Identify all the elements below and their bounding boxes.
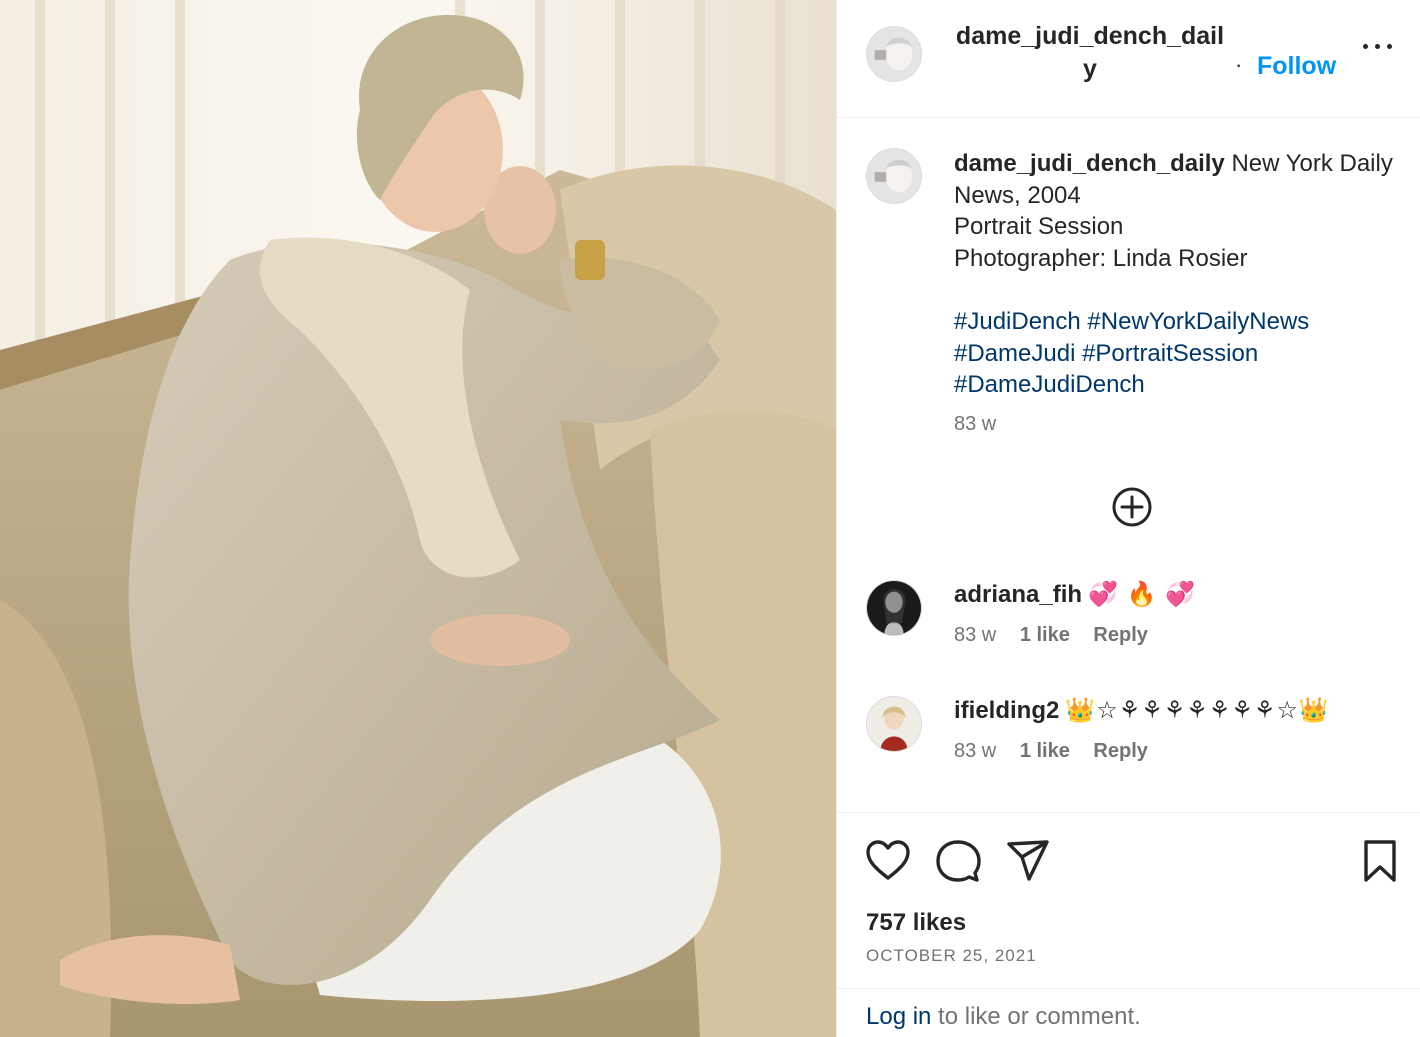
comment-username-link[interactable]: adriana_fih xyxy=(954,581,1082,608)
post-panel: dame_judi_dench_daily · Follow dame_judi… xyxy=(836,0,1420,1037)
avatar-image xyxy=(867,27,921,81)
comment-likes[interactable]: 1 like xyxy=(1020,624,1070,646)
commenter-avatar-icon[interactable] xyxy=(866,696,922,752)
login-prompt: Log in to like or comment. xyxy=(837,988,1420,1037)
paper-plane-icon[interactable] xyxy=(1005,839,1051,883)
heart-icon[interactable] xyxy=(865,839,911,883)
hashtag-link[interactable]: #DameJudiDench xyxy=(954,371,1145,398)
commenter-avatar-image xyxy=(867,697,921,751)
caption-avatar-icon[interactable] xyxy=(866,148,922,204)
reply-button[interactable]: Reply xyxy=(1093,740,1147,762)
caption-username[interactable]: dame_judi_dench_daily xyxy=(954,150,1225,177)
header-username[interactable]: dame_judi_dench_daily xyxy=(954,20,1226,86)
caption-timestamp[interactable]: 83 w xyxy=(954,413,996,436)
hashtag-link[interactable]: #DameJudi xyxy=(954,340,1075,367)
comment-username-link[interactable]: ifielding2 xyxy=(954,697,1059,724)
comment-meta: 83 w 1 like Reply xyxy=(954,624,1166,647)
comment-text: 💞 🔥 💞 xyxy=(1088,581,1197,608)
post-photo-illustration xyxy=(0,0,836,1037)
separator-dot: · xyxy=(1235,52,1243,77)
login-prompt-rest: to like or comment. xyxy=(931,1003,1141,1030)
caption-text: dame_judi_dench_daily New York Daily New… xyxy=(954,148,1394,274)
caption-line-3: Photographer: Linda Rosier xyxy=(954,244,1248,272)
hashtag-link[interactable]: #JudiDench xyxy=(954,308,1081,335)
login-prompt-text: Log in to like or comment. xyxy=(866,1003,1141,1031)
post-header: dame_judi_dench_daily · Follow xyxy=(837,0,1420,118)
post-actions: 757 likes OCTOBER 25, 2021 xyxy=(837,812,1420,988)
comment-timestamp[interactable]: 83 w xyxy=(954,740,996,762)
comment-meta: 83 w 1 like Reply xyxy=(954,740,1166,763)
comment-text: 👑☆⚘⚘⚘⚘⚘⚘⚘☆👑 xyxy=(1065,697,1330,724)
comment-username: ifielding2 👑☆⚘⚘⚘⚘⚘⚘⚘☆👑 xyxy=(954,696,1330,725)
comment-username: adriana_fih 💞 🔥 💞 xyxy=(954,580,1196,609)
post-image[interactable] xyxy=(0,0,836,1037)
hashtag-list: #JudiDench #NewYorkDailyNews #DameJudi #… xyxy=(954,306,1394,401)
commenter-avatar-icon[interactable] xyxy=(866,580,922,636)
caption-avatar-image xyxy=(867,149,921,203)
comment-bubble-icon[interactable] xyxy=(935,839,981,883)
like-count[interactable]: 757 likes xyxy=(866,909,966,937)
post-date: OCTOBER 25, 2021 xyxy=(866,946,1037,965)
bookmark-icon[interactable] xyxy=(1357,839,1403,883)
caption-line-2: Portrait Session xyxy=(954,213,1124,241)
more-options-icon[interactable] xyxy=(1361,36,1395,56)
comment-likes[interactable]: 1 like xyxy=(1020,740,1070,762)
hashtag-link[interactable]: #NewYorkDailyNews xyxy=(1087,308,1309,335)
comment-timestamp[interactable]: 83 w xyxy=(954,624,996,646)
comment-item: ifielding2 👑☆⚘⚘⚘⚘⚘⚘⚘☆👑 83 w 1 like Reply xyxy=(837,696,1420,786)
commenter-avatar-image xyxy=(867,581,921,635)
reply-button[interactable]: Reply xyxy=(1093,624,1147,646)
login-link[interactable]: Log in xyxy=(866,1003,931,1030)
follow-button[interactable]: Follow xyxy=(1257,52,1336,81)
comment-item: adriana_fih 💞 🔥 💞 83 w 1 like Reply xyxy=(837,580,1420,670)
plus-circle-icon[interactable] xyxy=(1110,485,1154,529)
profile-avatar-icon[interactable] xyxy=(866,26,922,82)
hashtag-link[interactable]: #PortraitSession xyxy=(1082,340,1258,367)
